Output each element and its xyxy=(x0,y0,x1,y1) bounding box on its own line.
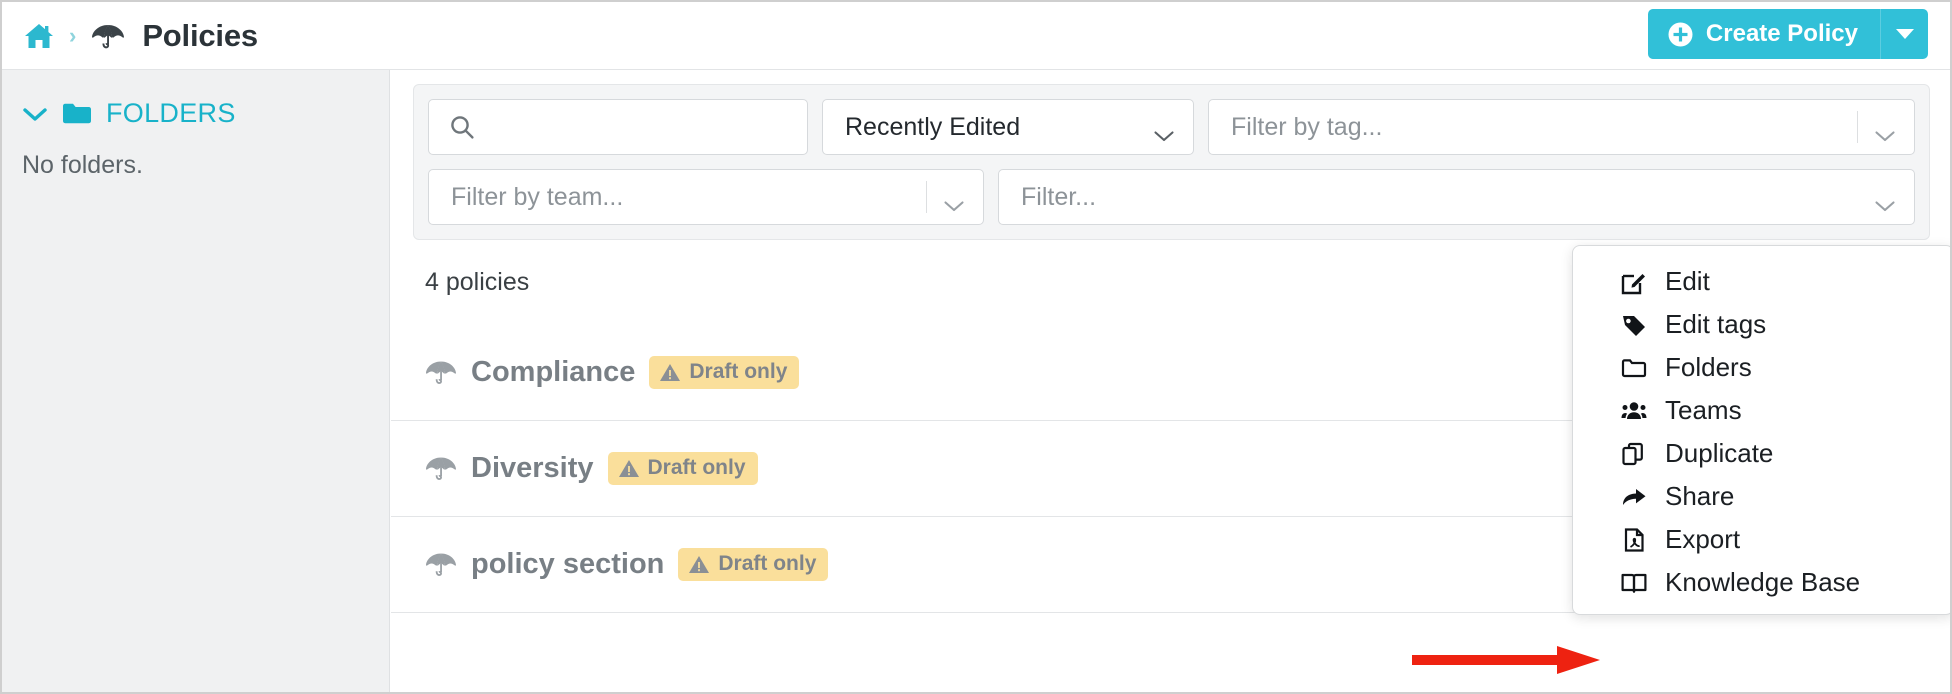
create-policy-dropdown-toggle[interactable] xyxy=(1880,9,1928,59)
context-menu-label: Knowledge Base xyxy=(1665,567,1861,597)
search-icon xyxy=(449,114,475,140)
chevron-down-icon[interactable] xyxy=(943,191,965,211)
context-menu-label: Export xyxy=(1665,524,1741,554)
chevron-down-icon xyxy=(1153,121,1175,141)
create-policy-label: Create Policy xyxy=(1705,20,1858,47)
policy-context-menu: Edit Edit tags Folders Teams Duplicate S… xyxy=(1572,245,1950,615)
search-box[interactable] xyxy=(428,99,808,155)
tag-icon xyxy=(1621,312,1647,338)
policy-row-content: Compliance Draft only xyxy=(425,356,1038,389)
folders-empty-text: No folders. xyxy=(22,151,143,179)
page-title: Policies xyxy=(142,17,258,53)
context-menu-item-knowledge-base[interactable]: Knowledge Base xyxy=(1573,561,1950,604)
context-menu-item-share[interactable]: Share xyxy=(1573,475,1950,518)
umbrella-icon xyxy=(425,551,457,578)
tag-filter-placeholder: Filter by tag... xyxy=(1231,112,1383,141)
chevron-down-icon xyxy=(22,106,48,122)
home-icon[interactable] xyxy=(24,22,54,50)
context-menu-label: Folders xyxy=(1665,352,1752,382)
folder-icon xyxy=(62,102,92,125)
sort-select-value: Recently Edited xyxy=(845,112,1021,141)
file-pdf-icon xyxy=(1621,527,1647,553)
divider xyxy=(1857,111,1858,143)
status-badge-label: Draft only xyxy=(647,456,746,479)
umbrella-icon xyxy=(425,359,457,386)
breadcrumb-separator-icon: › xyxy=(69,22,77,48)
status-badge: Draft only xyxy=(649,356,800,389)
policy-row-content: policy section Draft only xyxy=(425,548,1038,581)
context-menu-item-edit[interactable]: Edit xyxy=(1573,260,1950,303)
context-menu-item-duplicate[interactable]: Duplicate xyxy=(1573,432,1950,475)
team-filter-placeholder: Filter by team... xyxy=(451,182,624,211)
status-badge: Draft only xyxy=(678,548,829,581)
chevron-down-icon[interactable] xyxy=(1874,121,1896,141)
search-input[interactable] xyxy=(475,100,807,154)
chevron-down-icon[interactable] xyxy=(1874,191,1896,211)
context-menu-label: Edit tags xyxy=(1665,309,1767,339)
warning-triangle-icon xyxy=(618,459,640,478)
team-filter-affordance xyxy=(926,181,965,213)
users-icon xyxy=(1621,398,1647,424)
create-policy-button[interactable]: Create Policy xyxy=(1647,9,1880,59)
create-policy-button-group: Create Policy xyxy=(1647,9,1928,59)
policy-name: Compliance xyxy=(471,356,636,388)
context-menu-item-teams[interactable]: Teams xyxy=(1573,389,1950,432)
plus-circle-icon xyxy=(1668,22,1693,47)
umbrella-icon xyxy=(91,22,125,50)
umbrella-icon xyxy=(425,455,457,482)
context-menu-item-export[interactable]: Export xyxy=(1573,518,1950,561)
context-menu-label: Teams xyxy=(1665,395,1742,425)
warning-triangle-icon xyxy=(659,363,681,382)
filter-panel: Recently Edited Filter by tag... Filter … xyxy=(413,84,1930,240)
context-menu-item-edit-tags[interactable]: Edit tags xyxy=(1573,303,1950,346)
status-badge: Draft only xyxy=(607,452,758,485)
policy-name: policy section xyxy=(471,548,665,580)
share-arrow-icon xyxy=(1621,484,1647,510)
folder-outline-icon xyxy=(1621,355,1647,381)
folders-section-header[interactable]: FOLDERS xyxy=(22,98,369,129)
status-badge-label: Draft only xyxy=(718,552,817,575)
context-menu-item-folders[interactable]: Folders xyxy=(1573,346,1950,389)
context-menu-label: Edit xyxy=(1665,266,1710,296)
policy-name: Diversity xyxy=(471,452,594,484)
caret-down-icon xyxy=(1895,29,1914,39)
tag-filter-affordance xyxy=(1857,111,1896,143)
folders-sidebar: FOLDERS No folders. xyxy=(2,70,390,692)
warning-triangle-icon xyxy=(688,555,710,574)
filter-row-1: Recently Edited Filter by tag... xyxy=(428,99,1915,155)
copy-icon xyxy=(1621,441,1647,467)
generic-filter-select[interactable]: Filter... xyxy=(998,169,1915,225)
tag-filter-select[interactable]: Filter by tag... xyxy=(1208,99,1915,155)
filter-row-2: Filter by team... Filter... xyxy=(428,169,1915,225)
breadcrumb: › Policies xyxy=(24,18,258,54)
status-badge-label: Draft only xyxy=(689,360,788,383)
policy-row-content: Diversity Draft only xyxy=(425,452,1038,485)
team-filter-select[interactable]: Filter by team... xyxy=(428,169,984,225)
folders-section-title: FOLDERS xyxy=(106,98,236,128)
policies-page: › Policies Create Policy FOLDERS No fold… xyxy=(0,0,1952,694)
generic-filter-placeholder: Filter... xyxy=(1021,182,1097,211)
context-menu-label: Share xyxy=(1665,481,1735,511)
context-menu-label: Duplicate xyxy=(1665,438,1774,468)
open-book-icon xyxy=(1621,570,1647,596)
divider xyxy=(926,181,927,213)
sort-select[interactable]: Recently Edited xyxy=(822,99,1194,155)
edit-pencil-icon xyxy=(1621,269,1647,295)
top-breadcrumb-bar: › Policies Create Policy xyxy=(2,2,1950,70)
